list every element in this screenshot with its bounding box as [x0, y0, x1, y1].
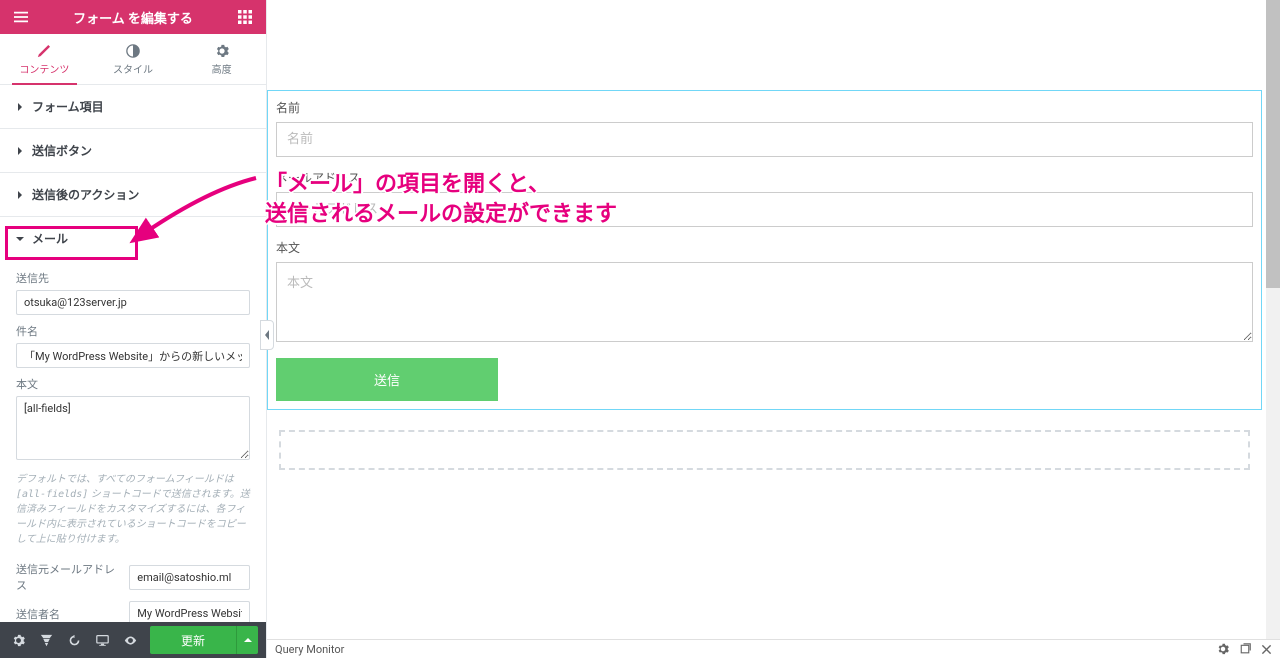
preview-message-label: 本文: [276, 239, 1253, 256]
tab-content[interactable]: コンテンツ: [0, 34, 89, 84]
tab-content-label: コンテンツ: [19, 65, 69, 76]
statusbar-close-icon[interactable]: [1261, 644, 1272, 655]
preview-message-input[interactable]: [276, 262, 1253, 342]
query-monitor-label[interactable]: Query Monitor: [275, 643, 344, 656]
sidebar-scroll[interactable]: フォーム項目 送信ボタン 送信後のアクション メール: [0, 85, 266, 622]
section-after-submit[interactable]: 送信後のアクション: [0, 173, 266, 216]
section-email[interactable]: メール: [0, 217, 266, 260]
widgets-icon[interactable]: [234, 6, 256, 28]
update-dropdown[interactable]: [236, 626, 258, 654]
add-section-placeholder[interactable]: [279, 430, 1250, 470]
preview-name-input[interactable]: [276, 122, 1253, 157]
update-button[interactable]: 更新: [150, 626, 236, 654]
collapse-sidebar-handle[interactable]: [260, 320, 274, 350]
tab-advanced[interactable]: 高度: [177, 34, 266, 84]
tab-style[interactable]: スタイル: [89, 34, 178, 84]
preview-submit-button[interactable]: 送信: [276, 358, 498, 401]
statusbar-popout-icon[interactable]: [1239, 643, 1251, 655]
section-form-fields-label: フォーム項目: [32, 98, 104, 115]
section-form-fields[interactable]: フォーム項目: [0, 85, 266, 128]
caret-right-icon: [16, 144, 24, 158]
section-submit-button[interactable]: 送信ボタン: [0, 129, 266, 172]
canvas-scroll[interactable]: 名前 メールアドレス 本文 送信: [267, 0, 1280, 639]
mail-subject-input[interactable]: [16, 343, 250, 368]
mail-body-hint: デフォルトでは、すべてのフォームフィールドは[all-fields] ショートコ…: [16, 472, 250, 547]
caret-right-icon: [16, 100, 24, 114]
section-submit-button-label: 送信ボタン: [32, 142, 92, 159]
mail-from-input[interactable]: [129, 565, 250, 590]
sidebar-footer: 更新: [0, 622, 266, 658]
sidebar-tabs: コンテンツ スタイル 高度: [0, 34, 266, 85]
responsive-icon[interactable]: [88, 622, 116, 658]
navigator-icon[interactable]: [32, 622, 60, 658]
preview-email-input[interactable]: [276, 192, 1253, 227]
mail-body-label: 本文: [16, 376, 250, 392]
editor-canvas: 名前 メールアドレス 本文 送信 Query Monitor: [267, 0, 1280, 658]
form-widget[interactable]: 名前 メールアドレス 本文 送信: [267, 90, 1262, 410]
caret-down-icon: [16, 232, 24, 246]
mail-from-name-label: 送信者名: [16, 606, 121, 622]
statusbar-gear-icon[interactable]: [1217, 643, 1229, 655]
tab-advanced-label: 高度: [212, 65, 232, 76]
status-bar: Query Monitor: [267, 639, 1280, 658]
section-after-submit-label: 送信後のアクション: [32, 186, 139, 203]
preview-icon[interactable]: [116, 622, 144, 658]
sidebar-title: フォーム を編集する: [32, 8, 234, 27]
mail-to-input[interactable]: [16, 290, 250, 315]
vertical-scrollbar[interactable]: [1266, 0, 1280, 639]
tab-style-label: スタイル: [113, 65, 153, 76]
mail-body-input[interactable]: [16, 396, 250, 460]
history-icon[interactable]: [60, 622, 88, 658]
editor-sidebar: フォーム を編集する コンテンツ スタイル 高度: [0, 0, 267, 658]
menu-icon[interactable]: [10, 6, 32, 28]
mail-from-label: 送信元メールアドレス: [16, 561, 121, 593]
preview-email-label: メールアドレス: [276, 169, 1253, 186]
section-email-body: 送信先 件名 本文 デフォルトでは、すべてのフォームフィールドは[all-fie…: [0, 260, 266, 622]
caret-right-icon: [16, 188, 24, 202]
mail-from-name-input[interactable]: [129, 601, 250, 622]
mail-to-label: 送信先: [16, 270, 250, 286]
settings-icon[interactable]: [4, 622, 32, 658]
section-email-label: メール: [32, 230, 68, 247]
preview-name-label: 名前: [276, 99, 1253, 116]
mail-subject-label: 件名: [16, 323, 250, 339]
sidebar-header: フォーム を編集する: [0, 0, 266, 34]
